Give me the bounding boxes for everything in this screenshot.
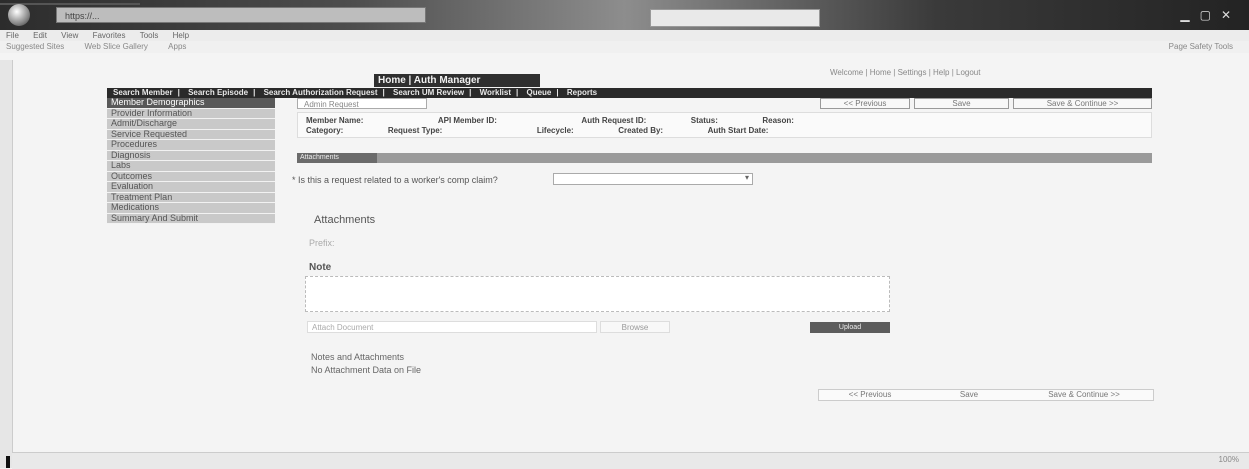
- browse-button[interactable]: Browse: [600, 321, 670, 333]
- bottom-save-continue-button[interactable]: Save & Continue >>: [1019, 390, 1149, 401]
- menu-file[interactable]: File: [6, 31, 19, 40]
- previous-button[interactable]: << Previous: [820, 98, 910, 109]
- sidebar-item-diagnosis[interactable]: Diagnosis: [107, 150, 275, 161]
- nav-reports[interactable]: Reports: [567, 88, 597, 97]
- lifecycle-label: Lifecycle:: [536, 126, 574, 135]
- left-edge: [0, 60, 13, 468]
- note-label: Note: [309, 262, 332, 273]
- attachments-title: Attachments: [314, 214, 376, 226]
- sidebar-item-labs[interactable]: Labs: [107, 161, 275, 172]
- category-label: Category:: [306, 126, 344, 135]
- favorite-link[interactable]: Web Slice Gallery: [85, 42, 148, 51]
- nav-search-member[interactable]: Search Member: [113, 88, 173, 97]
- sidebar-item-procedures[interactable]: Procedures: [107, 140, 275, 151]
- bottom-previous-button[interactable]: << Previous: [825, 390, 915, 401]
- nav-worklist[interactable]: Worklist: [480, 88, 511, 97]
- edge-mark: [6, 456, 10, 468]
- favorite-link[interactable]: Suggested Sites: [6, 42, 64, 51]
- bottom-save-button[interactable]: Save: [929, 390, 1009, 401]
- reason-label: Reason:: [762, 116, 794, 125]
- sidebar-item-service-requested[interactable]: Service Requested: [107, 129, 275, 140]
- note-textarea[interactable]: [305, 276, 890, 312]
- window-controls-icon[interactable]: ▁▢✕: [1180, 8, 1241, 22]
- address-bar[interactable]: https://...: [56, 7, 426, 23]
- request-type-label: Request Type:: [387, 126, 443, 135]
- tab-row: Admin Request << Previous Save Save & Co…: [297, 98, 1152, 109]
- browser-tab[interactable]: [650, 9, 820, 27]
- favorites-bar: Suggested Sites Web Slice Gallery Apps P…: [0, 41, 1249, 53]
- status-bar: 100%: [12, 452, 1249, 469]
- notes-heading: Notes and Attachments: [311, 352, 405, 362]
- sidebar-item-outcomes[interactable]: Outcomes: [107, 171, 275, 182]
- sidebar-item-provider-information[interactable]: Provider Information: [107, 108, 275, 119]
- save-continue-button[interactable]: Save & Continue >>: [1013, 98, 1152, 109]
- auth-start-date-label: Auth Start Date:: [707, 126, 769, 135]
- sidebar-item-member-demographics[interactable]: Member Demographics: [107, 98, 275, 109]
- info-row-2: Category: Request Type: Lifecycle: Creat…: [306, 126, 768, 135]
- workers-comp-question: * Is this a request related to a worker'…: [292, 175, 498, 185]
- nav-search-episode[interactable]: Search Episode: [188, 88, 248, 97]
- sidebar-item-summary-submit[interactable]: Summary And Submit: [107, 213, 275, 224]
- main-nav: Search Member | Search Episode | Search Au…: [107, 88, 1152, 98]
- nav-search-auth-request[interactable]: Search Authorization Request: [264, 88, 378, 97]
- nav-queue[interactable]: Queue: [526, 88, 551, 97]
- save-button[interactable]: Save: [914, 98, 1009, 109]
- menu-view[interactable]: View: [61, 31, 78, 40]
- info-row-1: Member Name: API Member ID: Auth Request…: [306, 116, 794, 125]
- browser-right-tools[interactable]: Page Safety Tools: [1169, 41, 1233, 53]
- menu-edit[interactable]: Edit: [33, 31, 47, 40]
- menu-tools[interactable]: Tools: [140, 31, 159, 40]
- member-id-label: API Member ID:: [437, 116, 497, 125]
- bottom-button-row: << Previous Save Save & Continue >>: [818, 389, 1154, 401]
- favorite-link[interactable]: Apps: [168, 42, 186, 51]
- status-label: Status:: [690, 116, 718, 125]
- browser-menubar: File Edit View Favorites Tools Help: [0, 30, 1249, 41]
- member-name-label: Member Name:: [306, 116, 364, 125]
- sidebar-item-treatment-plan[interactable]: Treatment Plan: [107, 192, 275, 203]
- top-links[interactable]: Welcome | Home | Settings | Help | Logou…: [830, 68, 980, 77]
- sidebar-item-medications[interactable]: Medications: [107, 203, 275, 214]
- chevron-down-icon[interactable]: ▾: [745, 173, 749, 182]
- sidebar-item-evaluation[interactable]: Evaluation: [107, 182, 275, 193]
- auth-request-id-label: Auth Request ID:: [581, 116, 647, 125]
- section-title: Attachments: [297, 153, 377, 163]
- app-title: Home | Auth Manager: [374, 74, 540, 87]
- browser-titlebar: https://... ▁▢✕: [0, 0, 1249, 30]
- browser-logo-icon[interactable]: [8, 4, 30, 26]
- member-info-panel: Member Name: API Member ID: Auth Request…: [297, 112, 1152, 138]
- zoom-level[interactable]: 100%: [1219, 455, 1239, 464]
- section-header-bar: Attachments: [297, 153, 1152, 163]
- sidebar-item-admit-discharge[interactable]: Admit/Discharge: [107, 119, 275, 130]
- upload-button[interactable]: Upload: [810, 322, 890, 333]
- no-attachment-text: No Attachment Data on File: [311, 365, 422, 375]
- prefix-label: Prefix:: [309, 238, 335, 248]
- sidebar: Member Demographics Provider Information…: [107, 98, 275, 224]
- attach-document-input[interactable]: Attach Document: [307, 321, 597, 333]
- created-by-label: Created By:: [618, 126, 664, 135]
- workers-comp-select[interactable]: ▾: [553, 173, 753, 185]
- tab-admin-request[interactable]: Admin Request: [297, 98, 427, 109]
- menu-help[interactable]: Help: [173, 31, 189, 40]
- nav-search-um-review[interactable]: Search UM Review: [393, 88, 464, 97]
- menu-favorites[interactable]: Favorites: [93, 31, 126, 40]
- notes-attachments-block: Notes and Attachments No Attachment Data…: [311, 351, 421, 377]
